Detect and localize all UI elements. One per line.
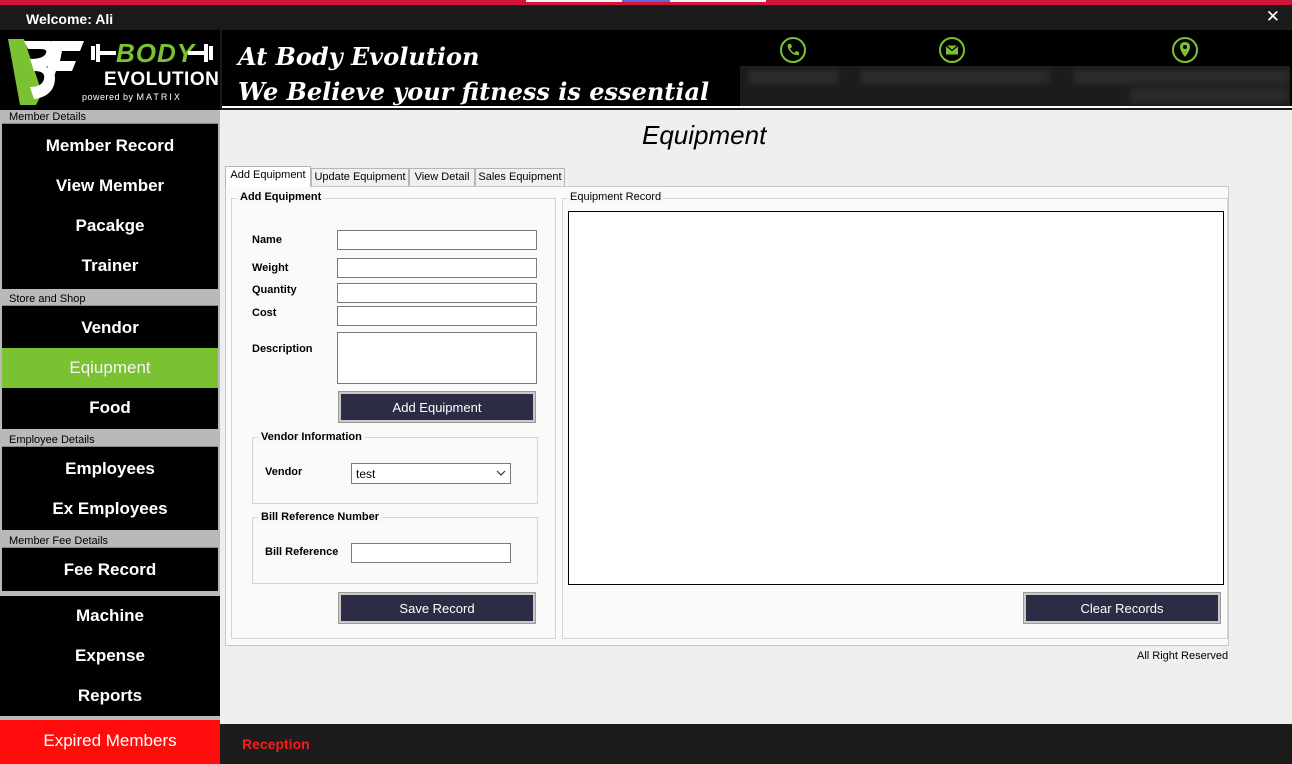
sidebar-item-view-member[interactable]: View Member: [2, 166, 218, 206]
bill-reference-input[interactable]: [351, 543, 511, 563]
quantity-input[interactable]: [337, 283, 537, 303]
logo-body-text: BODY: [116, 38, 196, 68]
page-title: Equipment: [642, 120, 767, 150]
cost-input[interactable]: [337, 306, 537, 326]
logo: BODY EVOLUTION powered by MATRIX: [0, 30, 220, 110]
tab-update-equipment[interactable]: Update Equipment: [311, 168, 409, 187]
name-label: Name: [252, 234, 282, 246]
add-equipment-legend: Add Equipment: [237, 191, 325, 203]
redacted-contact-info: [740, 66, 1290, 106]
matrix-label: MATRIX: [136, 92, 182, 102]
logo-evolution-text: EVOLUTION: [104, 69, 220, 90]
group-legend-store-and-shop: Store and Shop: [7, 293, 88, 305]
sidebar: Member Details Member Record View Member…: [0, 110, 220, 764]
quantity-label: Quantity: [252, 284, 297, 296]
rights-text: All Right Reserved: [1137, 650, 1229, 662]
weight-label: Weight: [252, 262, 289, 274]
tab-add-equipment[interactable]: Add Equipment: [225, 166, 311, 187]
dumbbell-right-icon: [188, 44, 213, 62]
chevron-down-icon: [496, 470, 506, 476]
powered-by-label: powered by: [82, 92, 134, 102]
slogan-line-2: We Believe your fitness is essential: [238, 77, 710, 106]
role-label: Reception: [242, 736, 310, 752]
equipment-record-list[interactable]: [568, 211, 1224, 585]
strip-segment: [526, 0, 622, 2]
sidebar-item-package[interactable]: Pacakge: [2, 206, 218, 246]
sidebar-item-fee-record[interactable]: Fee Record: [2, 550, 218, 590]
phone-icon: [780, 37, 806, 63]
strip-segment: [622, 0, 670, 2]
status-footer: Reception: [220, 724, 1292, 764]
sidebar-item-member-record[interactable]: Member Record: [2, 126, 218, 166]
title-bar: Welcome: Ali ✕: [0, 5, 1292, 30]
cost-label: Cost: [252, 307, 277, 319]
main-content: Equipment Add Equipment Update Equipment…: [220, 110, 1292, 724]
group-legend-member-details: Member Details: [7, 111, 89, 123]
add-equipment-button[interactable]: Add Equipment: [338, 391, 536, 423]
vendor-label: Vendor: [265, 466, 303, 478]
vendor-select[interactable]: test: [351, 463, 511, 484]
sidebar-item-employees[interactable]: Employees: [2, 449, 218, 489]
vendor-information-legend: Vendor Information: [258, 431, 365, 443]
redacted-address-line-2: [1130, 88, 1288, 102]
description-label: Description: [252, 343, 313, 355]
header-banner: At Body Evolution We Believe your fitnes…: [222, 30, 1292, 108]
body-evolution-logo-icon: [8, 39, 84, 105]
sidebar-item-equipment[interactable]: Eqiupment: [2, 348, 218, 388]
bill-reference-label: Bill Reference: [265, 546, 339, 558]
slogan-line-1: At Body Evolution: [238, 42, 480, 71]
tab-panel-add-equipment: Add Equipment Name Weight Quantity Cost …: [225, 186, 1229, 646]
tab-view-detail[interactable]: View Detail: [409, 168, 475, 187]
logo-powered-text: powered by MATRIX: [82, 92, 182, 102]
location-icon: [1172, 37, 1198, 63]
name-input[interactable]: [337, 230, 537, 250]
sidebar-item-vendor[interactable]: Vendor: [2, 308, 218, 348]
equipment-record-legend: Equipment Record: [567, 191, 665, 203]
sidebar-item-expense[interactable]: Expense: [2, 636, 218, 676]
vendor-selected-value: test: [356, 467, 376, 481]
redacted-address: [1074, 70, 1288, 84]
redacted-phone: [748, 70, 838, 84]
weight-input[interactable]: [337, 258, 537, 278]
sidebar-item-reports[interactable]: Reports: [2, 676, 218, 716]
description-textarea[interactable]: [337, 332, 537, 384]
email-icon: [939, 37, 965, 63]
strip-segment: [670, 0, 766, 2]
dumbbell-left-icon: [91, 44, 116, 62]
save-record-button[interactable]: Save Record: [338, 592, 536, 624]
expired-members-button[interactable]: Expired Members: [0, 720, 220, 764]
tab-sales-equipment[interactable]: Sales Equipment: [475, 168, 565, 187]
redacted-email: [860, 70, 1050, 84]
sidebar-item-ex-employees[interactable]: Ex Employees: [2, 489, 218, 529]
welcome-text: Welcome: Ali: [26, 11, 114, 27]
bill-reference-legend: Bill Reference Number: [258, 511, 382, 523]
sidebar-item-trainer[interactable]: Trainer: [2, 246, 218, 286]
group-legend-employee-details: Employee Details: [7, 434, 97, 446]
group-legend-member-fee-details: Member Fee Details: [7, 535, 111, 547]
clear-records-button[interactable]: Clear Records: [1023, 592, 1221, 624]
sidebar-item-food[interactable]: Food: [2, 388, 218, 428]
sidebar-item-machine[interactable]: Machine: [2, 596, 218, 636]
close-icon[interactable]: ✕: [1266, 7, 1280, 27]
